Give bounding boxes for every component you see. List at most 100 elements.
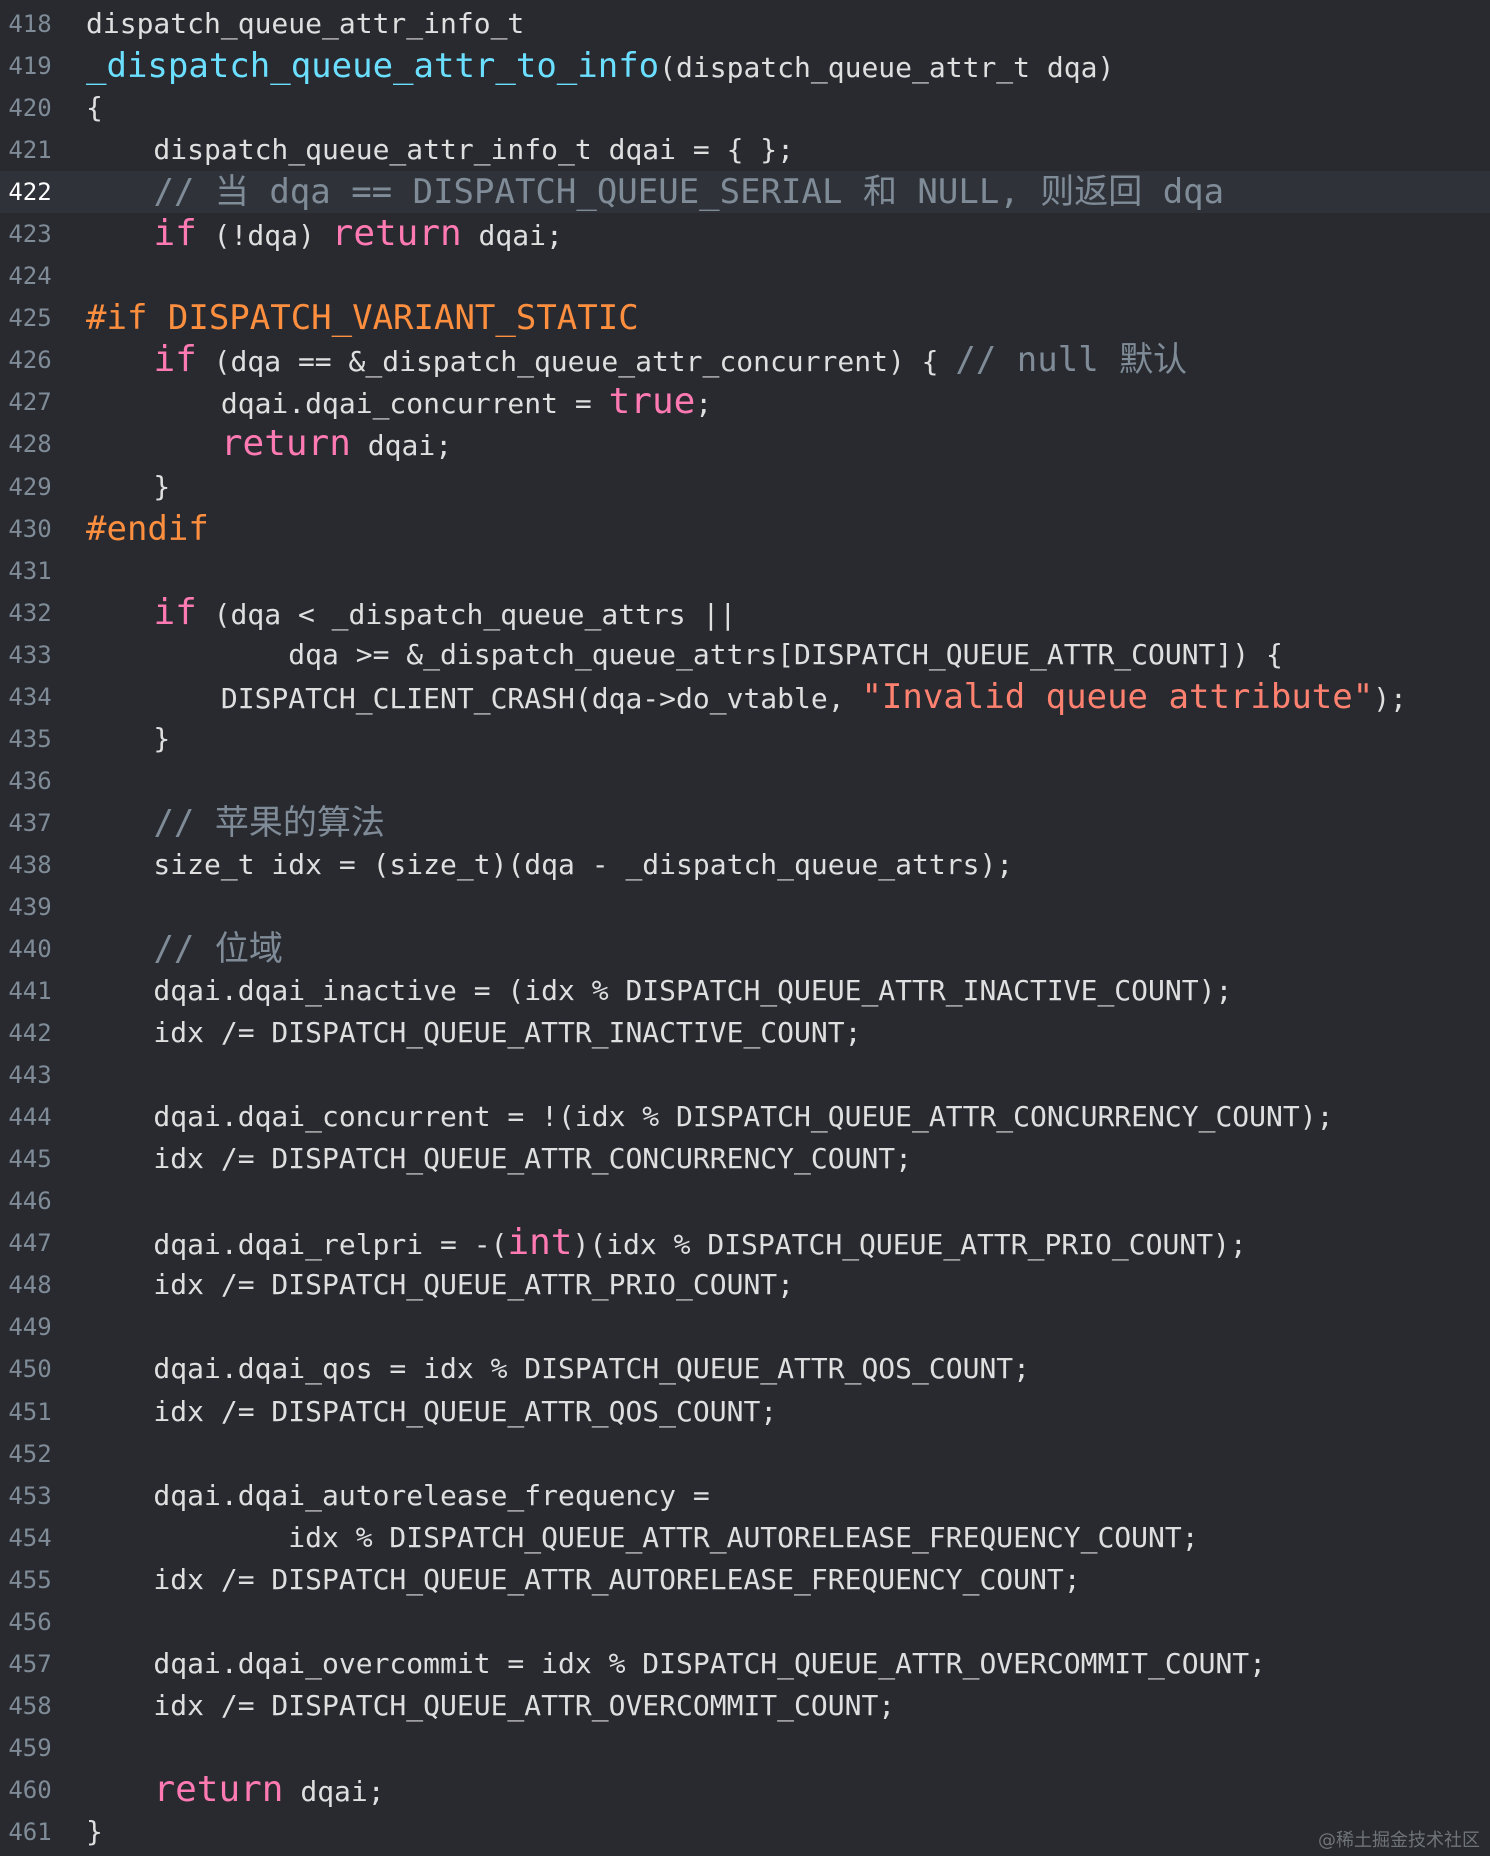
- code-line[interactable]: 441 dqai.dqai_inactive = (idx % DISPATCH…: [0, 970, 1490, 1012]
- token-plain: dqai.dqai_inactive = (idx % DISPATCH_QUE…: [86, 974, 1233, 1008]
- code-line[interactable]: 434 DISPATCH_CLIENT_CRASH(dqa->do_vtable…: [0, 676, 1490, 718]
- token-keyword: true: [608, 381, 696, 423]
- code-line[interactable]: 449: [0, 1306, 1490, 1348]
- code-line[interactable]: 432 if (dqa < _dispatch_queue_attrs ||: [0, 592, 1490, 634]
- line-number: 445: [8, 1145, 52, 1174]
- code-text: // 苹果的算法: [86, 802, 385, 846]
- line-number: 452: [8, 1439, 52, 1468]
- code-line[interactable]: 443: [0, 1054, 1490, 1096]
- token-comment: // 苹果的算法: [153, 802, 385, 843]
- code-line[interactable]: 425 #if DISPATCH_VARIANT_STATIC: [0, 297, 1490, 339]
- watermark: @稀土掘金技术社区: [1318, 1830, 1480, 1851]
- token-plain: dqai.dqai_concurrent =: [86, 387, 609, 421]
- code-line[interactable]: 442 idx /= DISPATCH_QUEUE_ATTR_INACTIVE_…: [0, 1012, 1490, 1054]
- token-plain: }: [86, 469, 171, 503]
- code-text: dqai.dqai_overcommit = idx % DISPATCH_QU…: [86, 1643, 1266, 1685]
- line-number: 435: [8, 724, 52, 753]
- code-text: dqai.dqai_inactive = (idx % DISPATCH_QUE…: [86, 970, 1232, 1012]
- line-number: 442: [8, 1019, 52, 1048]
- line-number: 419: [8, 52, 52, 81]
- code-line[interactable]: 421 dispatch_queue_attr_info_t dqai = { …: [0, 129, 1490, 171]
- code-line[interactable]: 446: [0, 1180, 1490, 1222]
- code-text: DISPATCH_CLIENT_CRASH(dqa->do_vtable, "I…: [86, 676, 1407, 720]
- code-line[interactable]: 456: [0, 1601, 1490, 1643]
- code-text: dispatch_queue_attr_info_t dqai = { };: [86, 129, 794, 171]
- code-line[interactable]: 451 idx /= DISPATCH_QUEUE_ATTR_QOS_COUNT…: [0, 1391, 1490, 1433]
- token-plain: (!dqa): [196, 219, 332, 253]
- token-preproc: #if DISPATCH_VARIANT_STATIC: [86, 298, 639, 339]
- code-text: if (dqa == &_dispatch_queue_attr_concurr…: [86, 339, 1187, 383]
- code-line[interactable]: 459: [0, 1727, 1490, 1769]
- code-line[interactable]: 429 }: [0, 466, 1490, 508]
- code-line[interactable]: 418 dispatch_queue_attr_info_t: [0, 3, 1490, 45]
- code-line[interactable]: 454 idx % DISPATCH_QUEUE_ATTR_AUTORELEAS…: [0, 1517, 1490, 1559]
- line-number: 424: [8, 262, 52, 291]
- code-editor[interactable]: 418 dispatch_queue_attr_info_t 419 _dispatc…: [0, 0, 1490, 1856]
- code-line[interactable]: 433 dqa >= &_dispatch_queue_attrs[DISPAT…: [0, 634, 1490, 676]
- token-keyword: return: [331, 213, 462, 255]
- line-number: 455: [8, 1565, 52, 1594]
- line-number: 443: [8, 1061, 52, 1090]
- code-line[interactable]: 450 dqai.dqai_qos = idx % DISPATCH_QUEUE…: [0, 1348, 1490, 1390]
- code-line[interactable]: 420 {: [0, 87, 1490, 129]
- code-line[interactable]: 444 dqai.dqai_concurrent = !(idx % DISPA…: [0, 1096, 1490, 1138]
- code-line[interactable]: 448 idx /= DISPATCH_QUEUE_ATTR_PRIO_COUN…: [0, 1264, 1490, 1306]
- code-line[interactable]: 461}: [0, 1811, 1490, 1853]
- code-text: if (!dqa) return dqai;: [86, 213, 562, 257]
- token-plain: DISPATCH_CLIENT_CRASH(dqa->do_vtable,: [86, 681, 862, 715]
- token-plain: );: [1373, 681, 1407, 715]
- line-number: 457: [8, 1649, 52, 1678]
- code-line[interactable]: 430 #endif: [0, 508, 1490, 550]
- code-line[interactable]: 437 // 苹果的算法: [0, 802, 1490, 844]
- code-text: idx /= DISPATCH_QUEUE_ATTR_CONCURRENCY_C…: [86, 1138, 912, 1180]
- code-line[interactable]: 423 if (!dqa) return dqai;: [0, 213, 1490, 255]
- token-plain: dqai.dqai_autorelease_frequency =: [86, 1478, 710, 1512]
- line-number: 429: [8, 472, 52, 501]
- code-text: #if DISPATCH_VARIANT_STATIC: [86, 297, 639, 341]
- code-line[interactable]: 428 return dqai;: [0, 423, 1490, 465]
- token-plain: dqai.dqai_qos = idx % DISPATCH_QUEUE_ATT…: [86, 1352, 1031, 1386]
- line-number: 421: [8, 136, 52, 165]
- code-line[interactable]: 452: [0, 1433, 1490, 1475]
- token-keyword: if: [153, 213, 197, 255]
- token-plain: (dqa < _dispatch_queue_attrs ||: [196, 597, 737, 631]
- code-line[interactable]: 457 dqai.dqai_overcommit = idx % DISPATC…: [0, 1643, 1490, 1685]
- code-line[interactable]: 439: [0, 886, 1490, 928]
- code-text: dqai.dqai_concurrent = true;: [86, 381, 712, 425]
- code-line[interactable]: 460 return dqai;: [0, 1769, 1490, 1811]
- line-number: 437: [8, 808, 52, 837]
- token-keyword: return: [220, 423, 351, 465]
- code-line[interactable]: 458 idx /= DISPATCH_QUEUE_ATTR_OVERCOMMI…: [0, 1685, 1490, 1727]
- code-line[interactable]: 438 size_t idx = (size_t)(dqa - _dispatc…: [0, 844, 1490, 886]
- code-line[interactable]: 419 _dispatch_queue_attr_to_info(dispatch…: [0, 45, 1490, 87]
- code-line[interactable]: 436: [0, 760, 1490, 802]
- code-line[interactable]: 422 // 当 dqa == DISPATCH_QUEUE_SERIAL 和 …: [0, 171, 1490, 214]
- code-text: dqa >= &_dispatch_queue_attrs[DISPATCH_Q…: [86, 634, 1283, 676]
- token-plain: )(idx % DISPATCH_QUEUE_ATTR_PRIO_COUNT);: [572, 1228, 1247, 1262]
- code-line[interactable]: 455 idx /= DISPATCH_QUEUE_ATTR_AUTORELEA…: [0, 1559, 1490, 1601]
- line-number: 459: [8, 1733, 52, 1762]
- token-keyword: return: [153, 1768, 284, 1810]
- token-plain: dqa >= &_dispatch_queue_attrs[DISPATCH_Q…: [86, 637, 1283, 671]
- code-line[interactable]: 426 if (dqa == &_dispatch_queue_attr_con…: [0, 339, 1490, 381]
- code-line[interactable]: 447 dqai.dqai_relpri = -(int)(idx % DISP…: [0, 1222, 1490, 1264]
- line-number: 444: [8, 1103, 52, 1132]
- code-line[interactable]: 431: [0, 550, 1490, 592]
- code-line[interactable]: 453 dqai.dqai_autorelease_frequency =: [0, 1475, 1490, 1517]
- code-line[interactable]: 445 idx /= DISPATCH_QUEUE_ATTR_CONCURREN…: [0, 1138, 1490, 1180]
- code-text: idx /= DISPATCH_QUEUE_ATTR_QOS_COUNT;: [86, 1391, 777, 1433]
- code-line[interactable]: 440 // 位域: [0, 928, 1490, 970]
- token-plain: idx /= DISPATCH_QUEUE_ATTR_INACTIVE_COUN…: [86, 1016, 862, 1050]
- code-line[interactable]: 427 dqai.dqai_concurrent = true;: [0, 381, 1490, 423]
- line-number: 441: [8, 977, 52, 1006]
- code-line[interactable]: 424: [0, 255, 1490, 297]
- code-line[interactable]: 435 }: [0, 718, 1490, 760]
- line-number: 427: [8, 388, 52, 417]
- token-keyword: if: [153, 591, 197, 633]
- code-text: _dispatch_queue_attr_to_info(dispatch_qu…: [86, 45, 1114, 89]
